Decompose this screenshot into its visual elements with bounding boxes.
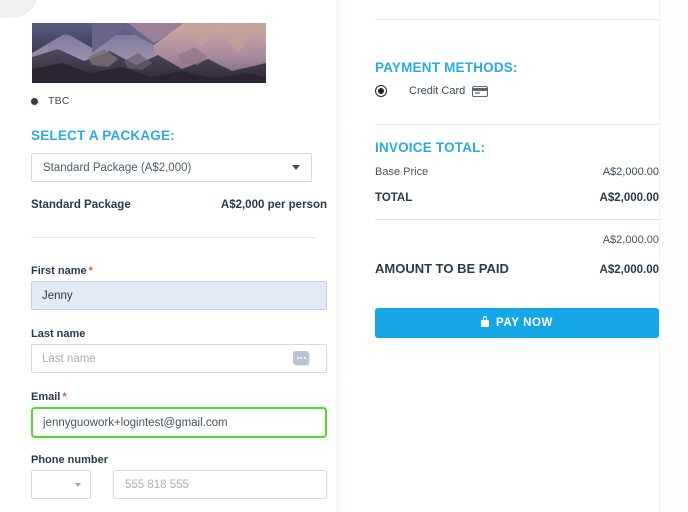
invoice-row-amount: A$2,000.00 (599, 192, 659, 204)
invoice-row-label: Base Price (375, 166, 429, 178)
email-label: Email * (31, 391, 67, 403)
first-name-input[interactable] (31, 281, 327, 310)
chevron-down-icon (292, 165, 300, 170)
phone-number-label: Phone number (31, 454, 108, 466)
invoice-total-divider (375, 219, 659, 220)
first-name-required-marker: * (88, 265, 93, 277)
invoice-row-amount: A$2,000.00 (602, 166, 659, 178)
payment-method-credit-card[interactable]: Credit Card (375, 85, 489, 97)
column-divider (336, 0, 346, 512)
invoice-row-base-price: Base Price A$2,000.00 (375, 166, 659, 178)
checkout-page: TBC SELECT A PACKAGE: Standard Package (… (0, 0, 688, 512)
credit-card-radio-icon[interactable] (375, 85, 387, 97)
lock-icon (480, 315, 489, 327)
chevron-down-icon (75, 482, 81, 487)
tbc-radio-icon[interactable] (30, 96, 39, 106)
page-right-margin (659, 0, 688, 512)
tbc-option-row[interactable]: TBC (30, 95, 70, 107)
first-name-label: First name * (31, 265, 93, 277)
payment-methods-heading: PAYMENT METHODS: (375, 60, 518, 75)
phone-number-label-text: Phone number (31, 454, 109, 466)
select-package-heading: SELECT A PACKAGE: (31, 128, 175, 143)
pay-now-button-label: PAY NOW (495, 317, 554, 329)
first-name-label-text: First name (31, 265, 87, 277)
hero-photo (32, 23, 266, 83)
invoice-subtotal-amount: A$2,000.00 (602, 234, 659, 246)
mountain-landscape-image (32, 23, 266, 83)
amount-to-be-paid-label: AMOUNT TO BE PAID (375, 261, 509, 276)
invoice-row-total: TOTAL A$2,000.00 (375, 192, 659, 204)
summary-top-divider (375, 19, 659, 20)
email-required-marker: * (62, 391, 67, 403)
last-name-label-text: Last name (31, 328, 86, 340)
package-summary-price: A$2,000 per person (220, 199, 327, 211)
phone-number-input[interactable] (113, 470, 327, 499)
tbc-label: TBC (48, 95, 70, 107)
email-label-text: Email (31, 391, 61, 403)
amount-to-be-paid-row: AMOUNT TO BE PAID A$2,000.00 (375, 261, 659, 276)
package-select[interactable]: Standard Package (A$2,000) (31, 153, 312, 182)
credit-card-label: Credit Card (409, 85, 466, 97)
pay-now-button[interactable]: PAY NOW (375, 308, 659, 338)
invoice-total-heading: INVOICE TOTAL: (375, 140, 486, 155)
last-name-label: Last name (31, 328, 85, 340)
page-left-margin (0, 0, 14, 512)
credit-card-icon (472, 85, 489, 97)
form-divider (31, 237, 316, 238)
amount-to-be-paid-value: A$2,000.00 (599, 264, 659, 276)
package-select-value: Standard Package (A$2,000) (43, 161, 192, 174)
phone-country-code-select[interactable] (31, 470, 91, 499)
package-summary-row: Standard Package A$2,000 per person (31, 199, 327, 211)
payment-invoice-divider (375, 124, 659, 125)
invoice-row-label: TOTAL (375, 192, 413, 204)
order-summary-column: PAYMENT METHODS: Credit Card INVOICE TOT… (346, 0, 659, 512)
email-input[interactable] (31, 407, 327, 438)
autofill-dots-icon[interactable] (293, 351, 309, 365)
invoice-subtotal-row: A$2,000.00 (375, 234, 659, 246)
last-name-input[interactable] (31, 344, 327, 373)
package-summary-name: Standard Package (31, 199, 131, 211)
booking-form-column: TBC SELECT A PACKAGE: Standard Package (… (14, 0, 340, 512)
